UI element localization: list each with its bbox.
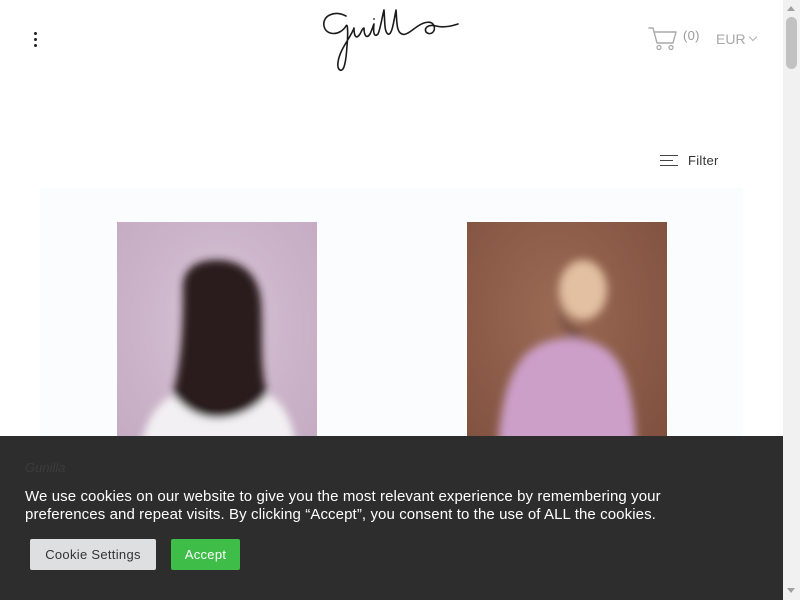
accept-cookies-button[interactable]: Accept [171, 539, 240, 570]
page: (0) EUR Filter Gunilla We use cookies on… [0, 0, 783, 600]
scrollbar-thumb[interactable] [786, 17, 797, 69]
scroll-down-arrow-icon[interactable] [787, 588, 795, 593]
signature-logo-icon [323, 9, 459, 71]
brand-logo[interactable] [316, 6, 466, 76]
filter-button[interactable]: Filter [660, 153, 719, 168]
cookie-brand-watermark: Gunilla [25, 460, 66, 475]
cart-button[interactable]: (0) [648, 26, 706, 54]
vertical-scrollbar[interactable] [783, 0, 800, 600]
scroll-up-arrow-icon[interactable] [787, 6, 795, 11]
cookie-banner: Gunilla We use cookies on our website to… [0, 436, 783, 600]
cookie-settings-button[interactable]: Cookie Settings [30, 539, 156, 570]
filter-label: Filter [688, 153, 719, 168]
currency-value: EUR [716, 31, 746, 47]
cart-count: (0) [683, 28, 700, 43]
cookie-message: We use cookies on our website to give yo… [25, 488, 661, 523]
filter-lines-icon [660, 154, 678, 168]
chevron-down-icon [748, 32, 757, 42]
cart-icon [648, 27, 677, 51]
currency-selector[interactable]: EUR [716, 31, 757, 47]
more-vertical-icon[interactable] [28, 30, 44, 50]
